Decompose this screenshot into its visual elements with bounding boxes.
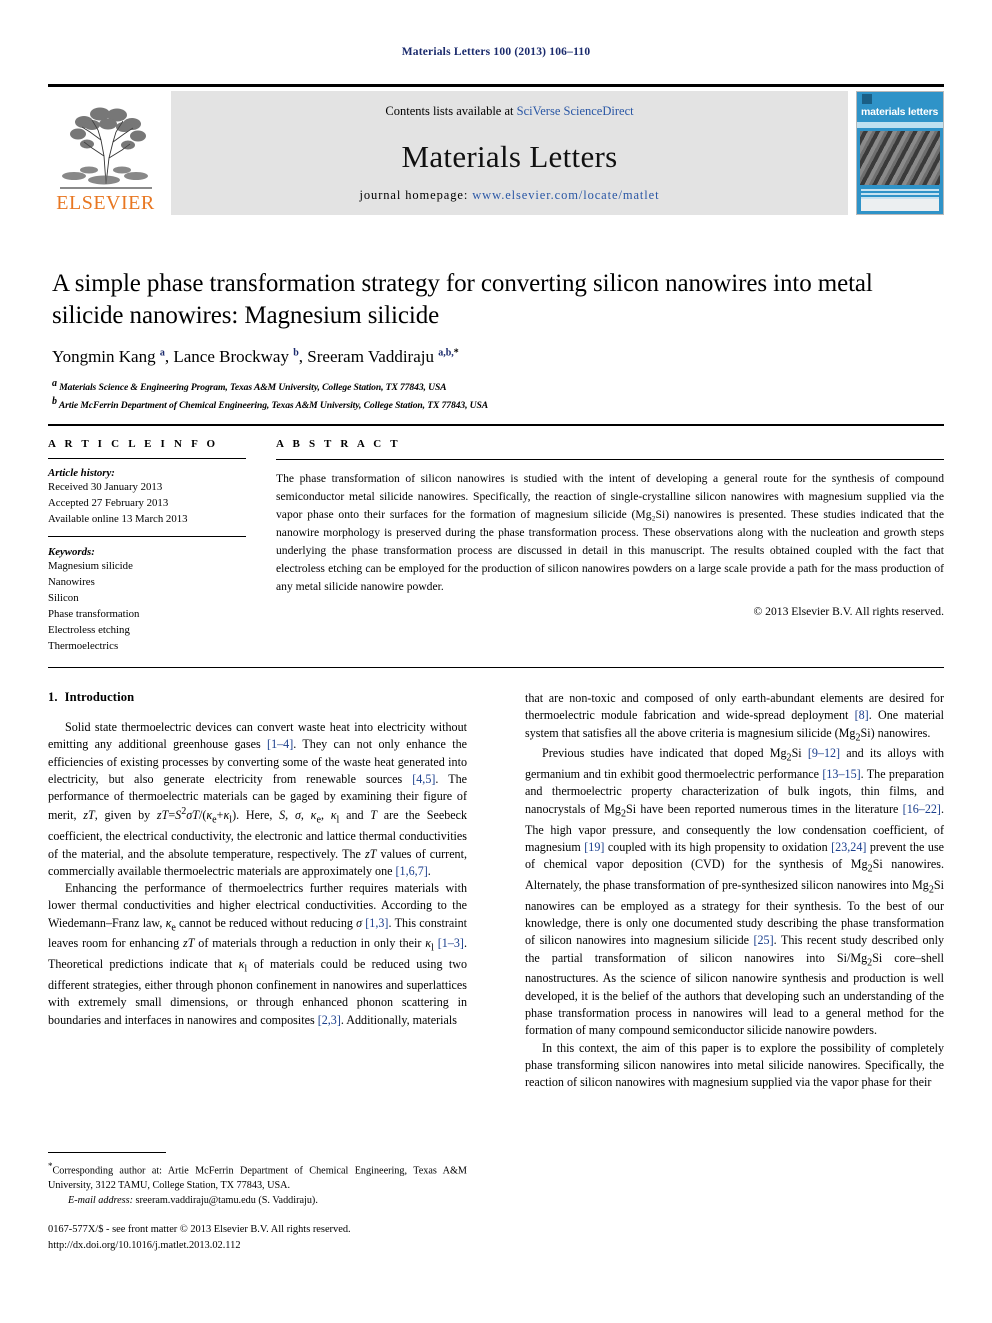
affiliation-b-text: Artie McFerrin Department of Chemical En…: [58, 400, 489, 412]
article-info-column: A R T I C L E I N F O Article history: R…: [48, 438, 276, 655]
homepage-url-link[interactable]: www.elsevier.com/locate/matlet: [472, 188, 659, 202]
abstract-column: A B S T R A C T The phase transformation…: [276, 438, 944, 655]
section-title-text: Introduction: [64, 690, 135, 704]
article-info-rule: [48, 457, 246, 459]
paragraph: that are non-toxic and composed of only …: [525, 691, 944, 743]
doi-link[interactable]: http://dx.doi.org/10.1016/j.matlet.2013.…: [48, 1238, 508, 1254]
cover-top-strip: [857, 91, 943, 106]
corresponding-author-note: *Corresponding author at: Artie McFerrin…: [48, 1161, 467, 1191]
journal-homepage-line: journal homepage: www.elsevier.com/locat…: [171, 188, 848, 203]
paper-page: Materials Letters 100 (2013) 106–110 ELS…: [0, 0, 992, 1323]
body-columns: 1. Introduction Solid state thermoelectri…: [48, 690, 944, 1091]
affiliation-a: a Materials Science & Engineering Progra…: [52, 378, 447, 394]
abstract-copyright: © 2013 Elsevier B.V. All rights reserved…: [753, 604, 944, 618]
footnote-block: *Corresponding author at: Artie McFerrin…: [48, 1152, 467, 1209]
affiliation-a-text: Materials Science & Engineering Program,…: [59, 382, 447, 394]
contents-available-line: Contents lists available at SciVerse Sci…: [171, 91, 848, 119]
paragraph: Enhancing the performance of thermoelect…: [48, 881, 467, 1027]
affiliation-b: b Artie McFerrin Department of Chemical …: [52, 396, 489, 412]
journal-cover-thumbnail: materials letters: [856, 90, 944, 215]
elsevier-wordmark: ELSEVIER: [56, 191, 155, 214]
article-info-abstract-band: A R T I C L E I N F O Article history: R…: [48, 424, 944, 669]
homepage-label: journal homepage:: [359, 187, 473, 202]
page-title: A simple phase transformation strategy f…: [52, 270, 873, 329]
journal-title: Materials Letters: [401, 138, 618, 174]
cover-footer-block: [861, 198, 939, 211]
cover-journal-title: materials letters: [861, 105, 939, 118]
imprint-block: 0167-577X/$ - see front matter © 2013 El…: [48, 1222, 508, 1253]
keyword-item: Nanowires: [48, 575, 95, 588]
issn-copyright-line: 0167-577X/$ - see front matter © 2013 El…: [48, 1224, 351, 1235]
masthead-center-panel: Contents lists available at SciVerse Sci…: [171, 90, 848, 215]
article-history-accepted: Accepted 27 February 2013: [48, 496, 169, 509]
article-history-label: Article history:: [48, 466, 115, 479]
elsevier-tree-icon: [59, 107, 152, 189]
elsevier-logo: ELSEVIER: [48, 91, 163, 215]
abstract-rule: [276, 458, 944, 461]
band-top-rule: [48, 424, 944, 426]
article-info-heading: A R T I C L E I N F O: [48, 437, 219, 450]
band-bottom-rule: [48, 666, 944, 669]
section-number: 1.: [48, 690, 58, 704]
journal-masthead: ELSEVIER Contents lists available at Sci…: [48, 84, 944, 215]
body-left-column: 1. Introduction Solid state thermoelectri…: [48, 690, 467, 1091]
running-head: Materials Letters 100 (2013) 106–110: [401, 46, 591, 58]
keyword-item: Electroless etching: [48, 623, 130, 636]
cover-micrograph-image: [860, 130, 940, 185]
paragraph: Previous studies have indicated that dop…: [525, 746, 945, 1038]
email-address-note: E-mail address: sreeram.vaddiraju@tamu.e…: [68, 1195, 318, 1207]
title-block: A simple phase transformation strategy f…: [52, 268, 942, 413]
keyword-item: Silicon: [48, 591, 79, 604]
body-right-column: that are non-toxic and composed of only …: [525, 690, 944, 1091]
abstract-heading: A B S T R A C T: [276, 437, 401, 450]
keyword-item: Magnesium silicide: [48, 559, 133, 572]
article-history-received: Received 30 January 2013: [48, 480, 163, 493]
cover-color-band: [857, 121, 943, 128]
article-history-online: Available online 13 March 2013: [48, 512, 188, 525]
author-list: Yongmin Kang a, Lance Brockway b, Sreera…: [52, 347, 459, 366]
sciencedirect-link[interactable]: SciVerse ScienceDirect: [517, 104, 634, 118]
paragraph: In this context, the aim of this paper i…: [525, 1040, 944, 1090]
affiliations: a Materials Science & Engineering Progra…: [52, 377, 942, 413]
paragraph: Solid state thermoelectric devices can c…: [48, 720, 468, 878]
footnote-rule: [48, 1152, 166, 1154]
abstract-text: The phase transformation of silicon nano…: [276, 472, 944, 593]
keyword-item: Thermoelectrics: [48, 639, 119, 652]
masthead-top-rule: [48, 84, 944, 87]
section-heading-introduction: 1. Introduction: [48, 690, 467, 705]
keywords-label: Keywords:: [48, 545, 95, 558]
contents-prefix: Contents lists available at: [385, 103, 517, 118]
cover-logo-square: [862, 93, 872, 104]
keywords-rule: [48, 535, 246, 537]
keyword-item: Phase transformation: [48, 607, 140, 620]
